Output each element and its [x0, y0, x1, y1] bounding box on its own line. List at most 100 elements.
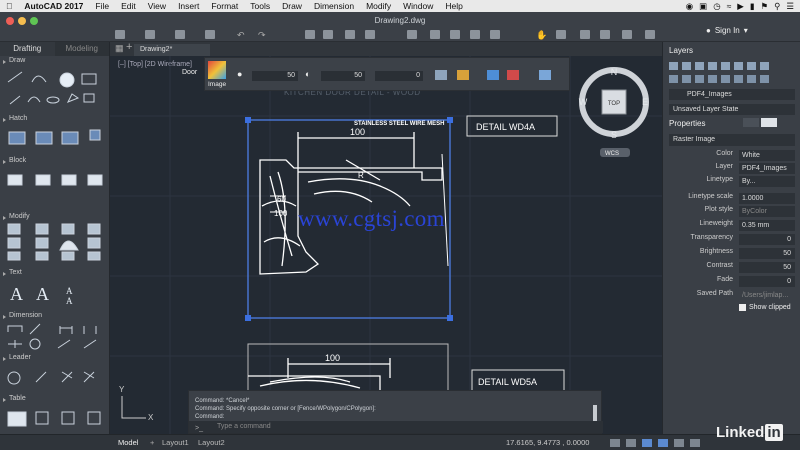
layer-on-icon[interactable]	[734, 75, 743, 83]
attach-icon[interactable]	[490, 30, 500, 39]
menu-file[interactable]: File	[89, 1, 115, 11]
object-type-select[interactable]: Raster Image	[669, 134, 795, 146]
save-as-icon[interactable]	[205, 30, 215, 39]
volume-icon[interactable]: ▶	[737, 1, 744, 12]
menu-window[interactable]: Window	[397, 1, 439, 11]
render-icon[interactable]	[600, 30, 610, 39]
layer-off-icon[interactable]	[708, 62, 717, 70]
menu-modify[interactable]: Modify	[360, 1, 397, 11]
new-file-icon[interactable]	[115, 30, 125, 39]
layer-unisolate-icon[interactable]	[708, 75, 717, 83]
sign-in-button[interactable]: ● Sign In ▾	[706, 26, 748, 35]
fade-field[interactable]: 0	[375, 71, 423, 81]
publish-icon[interactable]	[470, 30, 480, 39]
contrast-field[interactable]: 50	[321, 71, 365, 81]
tool-icon[interactable]	[622, 30, 632, 39]
layer-properties-icon[interactable]	[669, 62, 678, 70]
undo-icon[interactable]: ↶	[237, 30, 245, 40]
osnap-toggle-icon[interactable]	[674, 439, 684, 447]
snap-icon[interactable]	[365, 30, 375, 39]
flag-icon[interactable]: ⚑	[761, 1, 769, 12]
eye-icon[interactable]: ◉	[686, 1, 693, 12]
prop-row-linetype-scale[interactable]: Linetype scale 1.0000	[669, 193, 795, 205]
sheet-icon[interactable]	[450, 30, 460, 39]
prop-row-saved-path[interactable]: Saved Path/Users/jimlap...	[669, 290, 795, 302]
prop-value[interactable]: 50	[739, 262, 795, 273]
new-tab-icon[interactable]: +	[126, 41, 132, 53]
section-leader[interactable]: Leader	[0, 354, 110, 364]
prop-value[interactable]: By...	[739, 176, 795, 187]
layer-lock-icon[interactable]	[721, 62, 730, 70]
cc-icon[interactable]: ▣	[699, 1, 707, 12]
new-layer-icon[interactable]	[682, 62, 691, 70]
apple-icon[interactable]: 	[0, 1, 18, 11]
prop-value[interactable]: 50	[739, 248, 795, 259]
layer-state-select[interactable]: Unsaved Layer State	[669, 104, 795, 115]
open-file-icon[interactable]	[145, 30, 155, 39]
menu-edit[interactable]: Edit	[115, 1, 142, 11]
section-dimension[interactable]: Dimension	[0, 312, 110, 322]
prop-row-transparency[interactable]: Transparency 0	[669, 234, 795, 246]
zoom-icon[interactable]	[556, 30, 566, 39]
prop-value[interactable]: 0	[739, 276, 795, 287]
prop-row-plot-style[interactable]: Plot style ByColor	[669, 206, 795, 218]
prop-row-color[interactable]: Color White	[669, 150, 795, 162]
command-input[interactable]: Type a command	[189, 421, 603, 433]
viewcube[interactable]: TOP N S E W WCS	[574, 62, 658, 158]
prop-value[interactable]: 0	[739, 234, 795, 245]
layer-walk-icon[interactable]	[669, 75, 678, 83]
background-transparency-icon[interactable]	[457, 70, 469, 80]
menu-tools[interactable]: Tools	[244, 1, 276, 11]
brightness-field[interactable]: 50	[252, 71, 298, 81]
grid-icon[interactable]	[345, 30, 355, 39]
prop-row-contrast[interactable]: Contrast 50	[669, 262, 795, 274]
prop-value[interactable]: ByColor	[739, 206, 795, 217]
battery-icon[interactable]: ▮	[750, 1, 755, 12]
quick-select-icon[interactable]	[743, 118, 759, 127]
menu-help[interactable]: Help	[439, 1, 468, 11]
grid-toggle-icon[interactable]	[610, 439, 620, 447]
tab-layout2[interactable]: Layout2	[198, 437, 225, 449]
layer-thaw-icon[interactable]	[721, 75, 730, 83]
add-layout-icon[interactable]: +	[150, 437, 154, 449]
section-modify[interactable]: Modify	[0, 213, 110, 223]
external-references-icon[interactable]	[539, 70, 551, 80]
prop-value[interactable]: PDF4_Images	[739, 163, 795, 174]
menu-dimension[interactable]: Dimension	[308, 1, 360, 11]
menu-format[interactable]: Format	[205, 1, 244, 11]
redo-icon[interactable]: ↷	[258, 30, 266, 40]
prop-row-linetype[interactable]: Linetype By...	[669, 176, 795, 188]
xref-icon[interactable]	[407, 30, 417, 39]
prop-value[interactable]: White	[739, 150, 795, 161]
plot-icon[interactable]	[305, 30, 315, 39]
section-table[interactable]: Table	[0, 395, 110, 405]
layer-delete-icon[interactable]	[695, 75, 704, 83]
polar-toggle-icon[interactable]	[658, 439, 668, 447]
search-icon[interactable]: ⚲	[774, 1, 780, 12]
show-clipped-checkbox[interactable]: Show clipped	[739, 304, 791, 311]
menu-insert[interactable]: Insert	[172, 1, 205, 11]
menu-draw[interactable]: Draw	[276, 1, 308, 11]
toggle-pickadd-icon[interactable]	[761, 118, 777, 127]
layer-isolate-icon[interactable]	[734, 62, 743, 70]
clip-image-icon[interactable]	[487, 70, 499, 80]
snap-toggle-icon[interactable]	[626, 439, 636, 447]
show-image-icon[interactable]	[435, 70, 447, 80]
tab-model[interactable]: Model	[118, 437, 138, 449]
prop-value[interactable]: 1.0000	[739, 193, 795, 204]
menu-view[interactable]: View	[142, 1, 172, 11]
tab-layout1[interactable]: Layout1	[162, 437, 189, 449]
orbit-icon[interactable]	[580, 30, 590, 39]
save-icon[interactable]	[175, 30, 185, 39]
current-layer-select[interactable]: PDF4_Images	[669, 89, 795, 100]
remove-clip-icon[interactable]	[507, 70, 519, 80]
section-block[interactable]: Block	[0, 157, 110, 167]
doc-tab-drawing2[interactable]: Drawing2*	[134, 44, 210, 56]
pan-icon[interactable]: ✋	[536, 30, 547, 40]
tab-grid-icon[interactable]: ▦	[115, 43, 124, 54]
section-text[interactable]: Text	[0, 269, 110, 279]
section-draw[interactable]: Draw	[0, 57, 110, 67]
workspace-icon[interactable]	[645, 30, 655, 39]
prop-value[interactable]: 0.35 mm	[739, 220, 795, 231]
clock-icon[interactable]: ◷	[713, 1, 720, 12]
